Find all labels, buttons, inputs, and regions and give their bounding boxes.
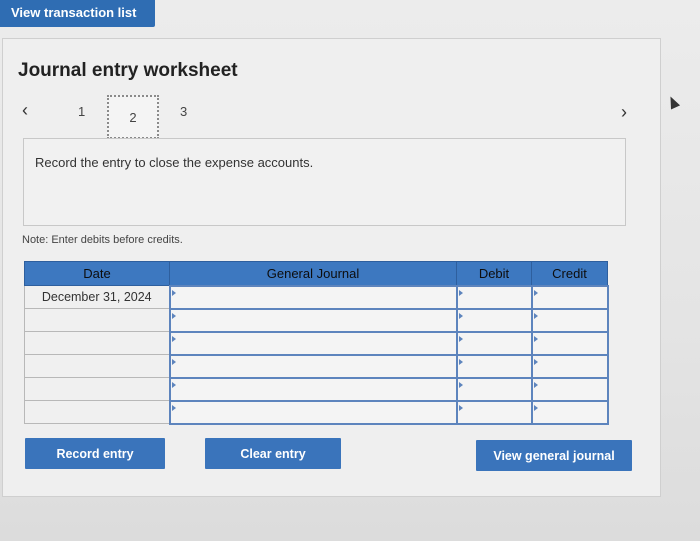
debit-input[interactable] xyxy=(455,307,533,333)
note-text: Note: Enter debits before credits. xyxy=(22,234,183,246)
step-1[interactable]: 1 xyxy=(78,104,85,119)
account-input[interactable] xyxy=(168,399,458,425)
table-row: December 31, 2024 xyxy=(24,284,609,310)
credit-input[interactable] xyxy=(530,330,609,356)
debit-header: Debit xyxy=(456,261,532,286)
record-entry-button[interactable]: Record entry xyxy=(25,438,165,469)
step-3[interactable]: 3 xyxy=(180,104,187,119)
table-row xyxy=(24,353,609,379)
instruction-box xyxy=(23,138,626,226)
table-row xyxy=(24,399,609,425)
debit-input[interactable] xyxy=(455,330,533,356)
debit-input[interactable] xyxy=(455,376,533,402)
instruction-text: Record the entry to close the expense ac… xyxy=(35,155,314,170)
clear-entry-button[interactable]: Clear entry xyxy=(205,438,341,469)
credit-input[interactable] xyxy=(530,284,609,310)
journal-table: Date General Journal Debit Credit Decemb… xyxy=(24,261,609,425)
date-cell: December 31, 2024 xyxy=(24,285,170,309)
account-input[interactable] xyxy=(168,307,458,333)
view-transaction-list-button[interactable]: View transaction list xyxy=(0,0,155,27)
date-header: Date xyxy=(24,261,170,286)
debit-input[interactable] xyxy=(455,353,533,379)
date-cell xyxy=(24,354,170,378)
table-row xyxy=(24,376,609,402)
debit-input[interactable] xyxy=(455,284,533,310)
credit-input[interactable] xyxy=(530,399,609,425)
account-input[interactable] xyxy=(168,284,458,310)
chevron-left-icon[interactable]: ‹ xyxy=(22,100,28,121)
date-cell xyxy=(24,308,170,332)
step-2-label: 2 xyxy=(129,109,137,125)
account-input[interactable] xyxy=(168,330,458,356)
step-2-active[interactable]: 2 xyxy=(107,95,159,139)
credit-input[interactable] xyxy=(530,307,609,333)
chevron-right-icon[interactable]: › xyxy=(621,102,627,123)
mouse-cursor-icon xyxy=(665,94,681,110)
date-cell xyxy=(24,377,170,401)
credit-input[interactable] xyxy=(530,353,609,379)
view-general-journal-button[interactable]: View general journal xyxy=(476,440,632,471)
page-title: Journal entry worksheet xyxy=(18,60,238,81)
debit-input[interactable] xyxy=(455,399,533,425)
general-journal-header: General Journal xyxy=(169,261,457,286)
credit-input[interactable] xyxy=(530,376,609,402)
date-cell xyxy=(24,331,170,355)
credit-header: Credit xyxy=(531,261,608,286)
table-row xyxy=(24,330,609,356)
account-input[interactable] xyxy=(168,376,458,402)
table-row xyxy=(24,307,609,333)
date-cell xyxy=(24,400,170,424)
account-input[interactable] xyxy=(168,353,458,379)
